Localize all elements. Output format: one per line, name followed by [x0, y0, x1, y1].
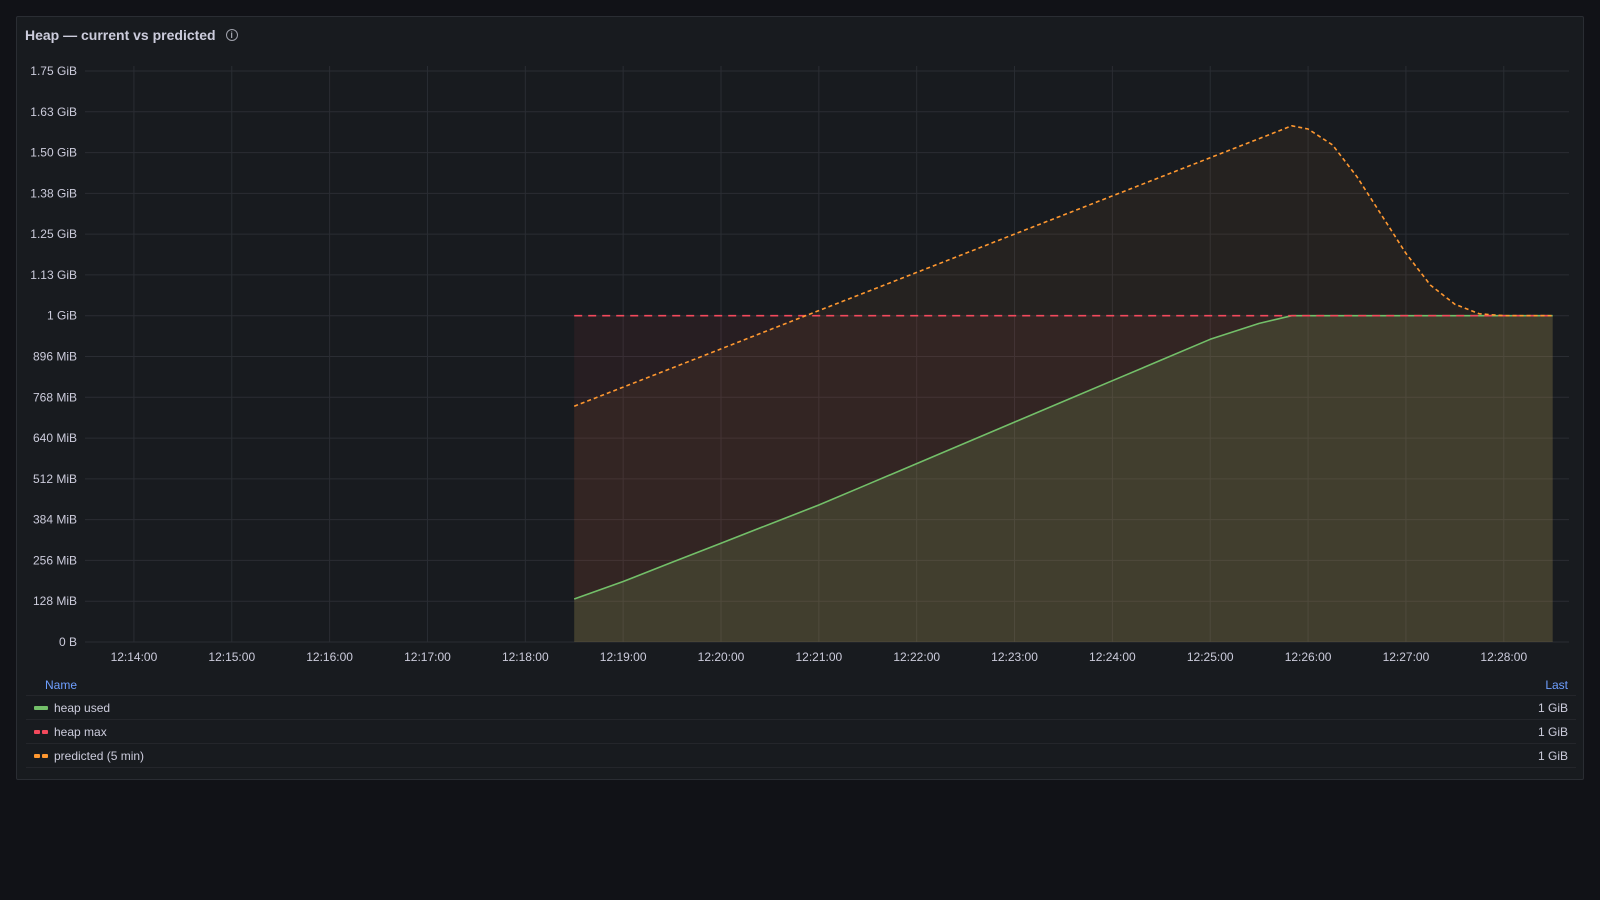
x-tick-label: 12:21:00 — [795, 650, 842, 664]
heap-chart[interactable]: 0 B 128 MiB 256 MiB 384 MiB 512 MiB 640 MiB 76… — [17, 17, 1585, 677]
y-tick-label: 1.25 GiB — [30, 227, 77, 241]
x-tick-label: 12:26:00 — [1285, 650, 1332, 664]
y-tick-label: 1.50 GiB — [30, 146, 77, 160]
y-axis-ticks: 0 B 128 MiB 256 MiB 384 MiB 512 MiB 640 MiB 76… — [30, 64, 77, 649]
legend-label: heap max — [54, 724, 107, 739]
x-tick-label: 12:23:00 — [991, 650, 1038, 664]
y-tick-label: 1.38 GiB — [30, 186, 77, 200]
x-tick-label: 12:28:00 — [1480, 650, 1527, 664]
heap-panel: Heap — current vs predicted i 0 B 128 MiB… — [16, 16, 1584, 780]
legend-last-value: 1 GiB — [1537, 748, 1568, 763]
y-tick-label: 512 MiB — [33, 472, 77, 486]
x-tick-label: 12:14:00 — [111, 650, 158, 664]
legend-row-predicted[interactable]: predicted (5 min) 1 GiB — [26, 744, 1576, 768]
legend-swatch-predicted — [34, 753, 48, 758]
legend-last-value: 1 GiB — [1537, 724, 1568, 739]
legend-swatch-heap-max — [34, 729, 48, 734]
x-tick-label: 12:22:00 — [893, 650, 940, 664]
x-tick-label: 12:16:00 — [306, 650, 353, 664]
y-tick-label: 128 MiB — [33, 594, 77, 608]
y-tick-label: 640 MiB — [33, 431, 77, 445]
legend-swatch-heap-used — [34, 705, 48, 710]
legend-label: heap used — [54, 700, 111, 715]
legend-header: Name Last — [26, 675, 1576, 696]
y-tick-label: 1.13 GiB — [30, 268, 77, 282]
legend-name-header[interactable]: Name — [26, 675, 77, 695]
x-tick-label: 12:27:00 — [1383, 650, 1430, 664]
x-tick-label: 12:15:00 — [208, 650, 255, 664]
x-tick-label: 12:19:00 — [600, 650, 647, 664]
x-tick-label: 12:18:00 — [502, 650, 549, 664]
y-tick-label: 1.63 GiB — [30, 105, 77, 119]
legend-row-heap-max[interactable]: heap max 1 GiB — [26, 720, 1576, 744]
x-tick-label: 12:20:00 — [698, 650, 745, 664]
x-axis-ticks: 12:14:00 12:15:00 12:16:00 12:17:00 12:18:00… — [111, 650, 1528, 664]
y-tick-label: 0 B — [59, 635, 77, 649]
legend-table: Name Last heap used 1 GiB heap max 1 GiB… — [26, 675, 1576, 768]
y-tick-label: 1.75 GiB — [30, 64, 77, 78]
y-tick-label: 384 MiB — [33, 513, 77, 527]
y-tick-label: 256 MiB — [33, 553, 77, 567]
x-tick-label: 12:25:00 — [1187, 650, 1234, 664]
x-tick-label: 12:17:00 — [404, 650, 451, 664]
legend-label: predicted (5 min) — [54, 748, 145, 763]
y-tick-label: 896 MiB — [33, 350, 77, 364]
y-tick-label: 768 MiB — [33, 390, 77, 404]
y-tick-label: 1 GiB — [47, 309, 77, 323]
legend-last-value: 1 GiB — [1537, 700, 1568, 715]
legend-last-header[interactable]: Last — [1545, 675, 1576, 695]
legend-row-heap-used[interactable]: heap used 1 GiB — [26, 696, 1576, 720]
x-tick-label: 12:24:00 — [1089, 650, 1136, 664]
